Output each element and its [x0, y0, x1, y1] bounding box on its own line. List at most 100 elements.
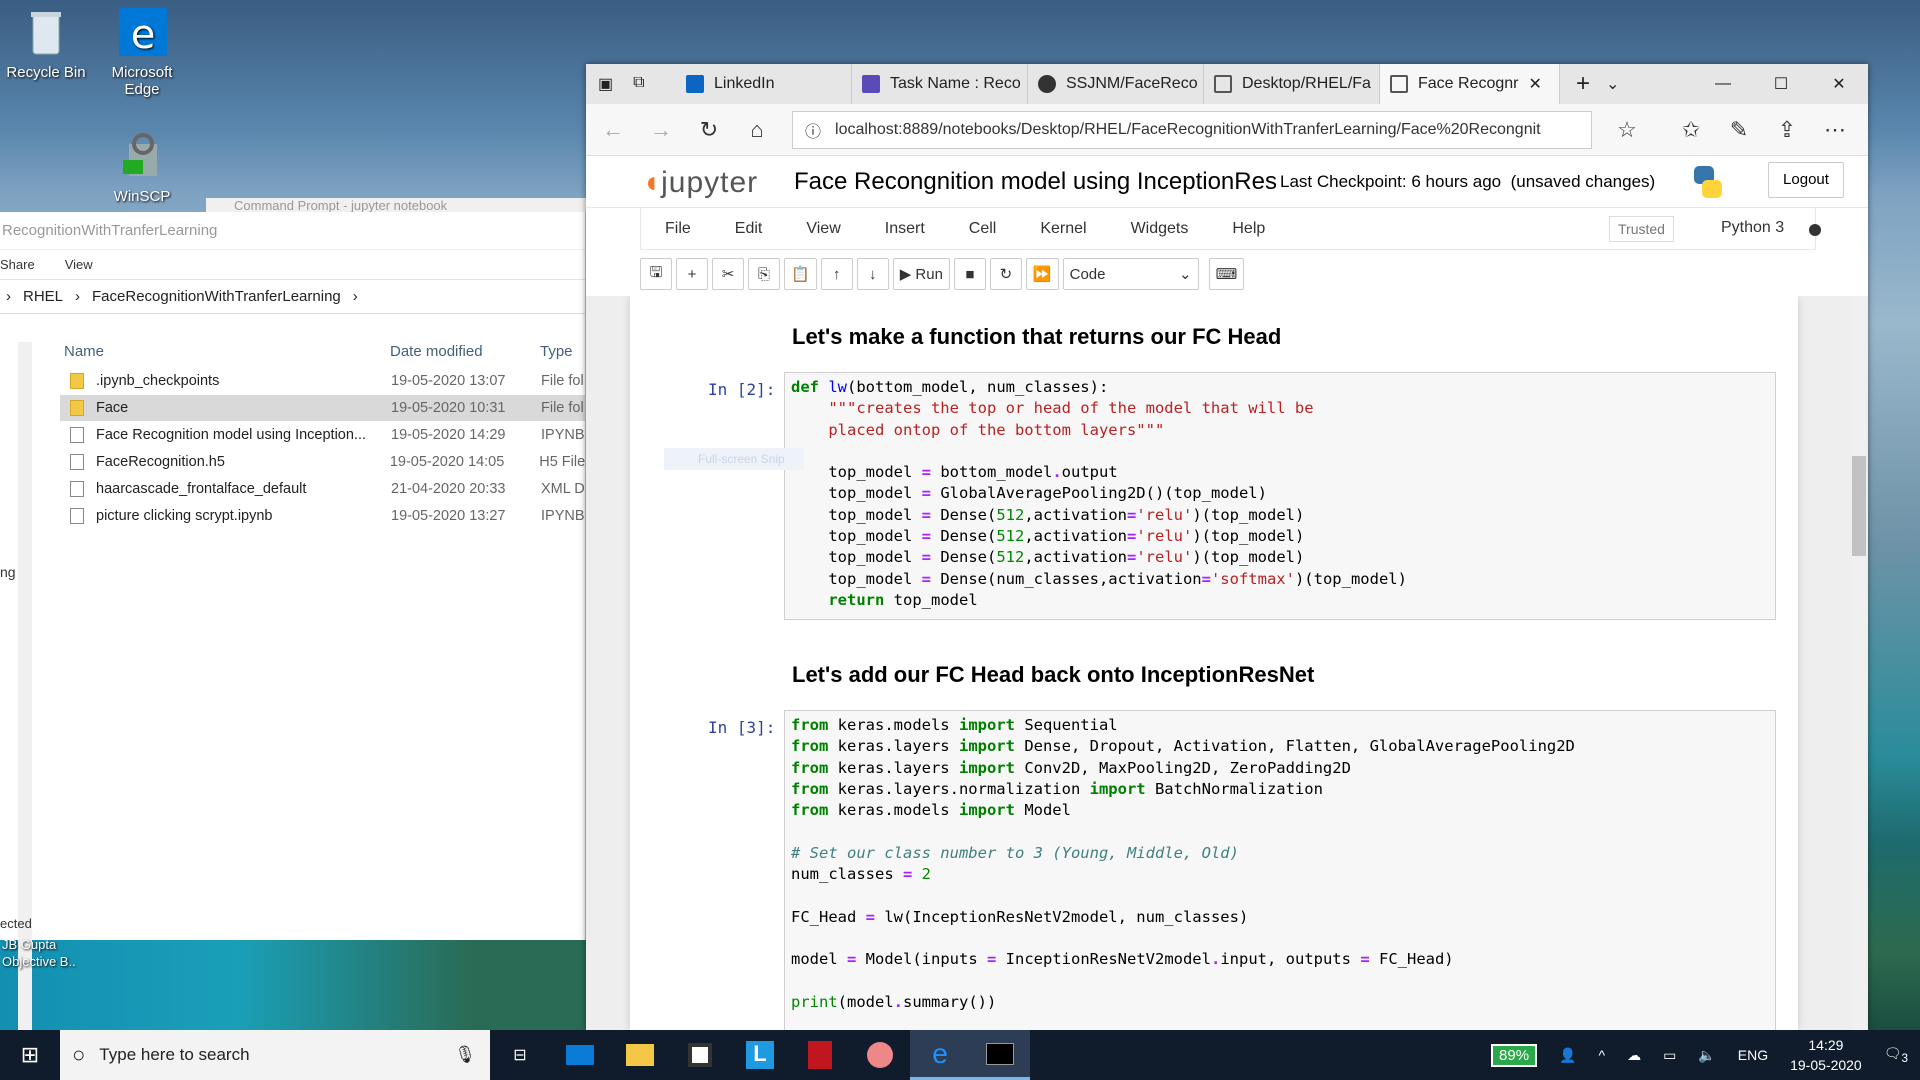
explorer-address-bar[interactable]: › RHEL › FaceRecognitionWithTranferLearn…: [0, 280, 585, 314]
breadcrumb-rhel[interactable]: RHEL: [23, 288, 63, 305]
col-name[interactable]: Name: [64, 343, 104, 360]
mcafee-icon[interactable]: [790, 1030, 850, 1080]
ribbon-share[interactable]: Share: [0, 257, 35, 279]
task-view-icon[interactable]: ⊟: [490, 1030, 550, 1080]
desktop-icon-recycle-bin[interactable]: Recycle Bin: [6, 6, 86, 81]
paint-icon[interactable]: [850, 1030, 910, 1080]
clock[interactable]: 14:29 19-05-2020: [1790, 1035, 1862, 1075]
new-tab-icon[interactable]: +: [1560, 70, 1606, 98]
desktop-icon-winscp[interactable]: WinSCP: [102, 130, 182, 205]
volume-icon[interactable]: 🔈: [1698, 1047, 1715, 1064]
cell-type-select[interactable]: Code ⌄: [1062, 258, 1199, 290]
close-icon[interactable]: ✕: [1810, 74, 1868, 94]
menu-file[interactable]: File: [641, 220, 713, 238]
code-cell[interactable]: def lw(bottom_model, num_classes): """cr…: [784, 372, 1776, 620]
windows-start-icon[interactable]: ⊞: [0, 1042, 60, 1068]
restart-icon[interactable]: ↻: [989, 258, 1022, 290]
markdown-heading[interactable]: Let's add our FC Head back onto Inceptio…: [792, 662, 1314, 688]
edge-taskbar-icon[interactable]: e: [910, 1030, 970, 1080]
more-icon[interactable]: ⋯: [1822, 117, 1848, 143]
fast-forward-icon[interactable]: ⏩: [1025, 258, 1059, 290]
file-explorer-icon[interactable]: [610, 1030, 670, 1080]
close-tab-icon[interactable]: ✕: [1529, 74, 1542, 94]
file-row[interactable]: FaceRecognition.h5 19-05-2020 14:05 H5 Fil…: [60, 449, 585, 475]
cut-icon[interactable]: ✂: [712, 258, 744, 290]
address-bar[interactable]: ⓘ localhost:8889/notebooks/Desktop/RHEL/F…: [792, 110, 1592, 149]
maximize-icon[interactable]: ☐: [1752, 74, 1810, 94]
stop-icon[interactable]: ■: [953, 258, 986, 290]
notebook-scrollbar[interactable]: [1852, 296, 1866, 1030]
mail-icon[interactable]: [550, 1030, 610, 1080]
app-l-icon[interactable]: L: [730, 1030, 790, 1080]
share-icon[interactable]: ⇪: [1774, 117, 1800, 143]
ribbon-view[interactable]: View: [65, 257, 93, 279]
chevron-up-icon[interactable]: ^: [1599, 1047, 1606, 1063]
file-date: 19-05-2020 13:07: [391, 373, 506, 389]
battery-indicator[interactable]: 89%: [1491, 1043, 1538, 1067]
menu-edit[interactable]: Edit: [713, 220, 785, 238]
file-row[interactable]: picture clicking scrypt.ipynb 19-05-2020 …: [60, 503, 585, 529]
favorite-star-icon[interactable]: ☆: [1614, 117, 1640, 143]
home-icon[interactable]: ⌂: [744, 117, 770, 143]
tab-linkedin[interactable]: LinkedIn: [676, 64, 852, 104]
code-cell[interactable]: from keras.models import Sequential from…: [784, 710, 1776, 1030]
menu-insert[interactable]: Insert: [863, 220, 947, 238]
copy-icon[interactable]: ⎘: [748, 258, 780, 290]
col-type[interactable]: Type: [540, 343, 573, 360]
logout-button[interactable]: Logout: [1768, 162, 1844, 198]
refresh-icon[interactable]: ↻: [696, 117, 722, 143]
menu-widgets[interactable]: Widgets: [1109, 220, 1211, 238]
scrollbar-thumb[interactable]: [1852, 456, 1866, 556]
col-date[interactable]: Date modified: [390, 343, 483, 360]
desktop-file-label[interactable]: JB Gupta Objective B..: [2, 936, 76, 970]
url-text: localhost:8889/notebooks/Desktop/RHEL/Fa…: [835, 120, 1541, 138]
save-icon[interactable]: 🖫: [640, 258, 672, 290]
chevron-down-icon[interactable]: ⌄: [1606, 74, 1619, 94]
insert-cell-icon[interactable]: +: [676, 258, 708, 290]
notebook-title[interactable]: Face Recongnition model using InceptionR…: [794, 168, 1277, 196]
move-up-icon[interactable]: ↑: [820, 258, 853, 290]
file-row[interactable]: Face Recognition model using Inception..…: [60, 422, 585, 448]
tab-github[interactable]: SSJNM/FaceReco: [1028, 64, 1204, 104]
linkedin-icon: [686, 75, 704, 93]
minimize-icon[interactable]: —: [1694, 75, 1752, 93]
notebook-area: Let's make a function that returns our F…: [586, 296, 1868, 1030]
file-row[interactable]: Face 19-05-2020 10:31 File fol: [60, 395, 585, 421]
paste-icon[interactable]: 📋: [784, 258, 817, 290]
run-button[interactable]: ▶ Run: [892, 258, 950, 290]
markdown-heading[interactable]: Let's make a function that returns our F…: [792, 324, 1281, 350]
language-indicator[interactable]: ENG: [1738, 1047, 1768, 1063]
microphone-icon[interactable]: 🎙: [454, 1045, 476, 1065]
jupyter-header: ◖jupyter Face Recongnition model using I…: [586, 156, 1868, 208]
tab-label: Face Recognr: [1418, 75, 1519, 92]
file-row[interactable]: haarcascade_frontalface_default 21-04-202…: [60, 476, 585, 502]
folder-icon: [70, 400, 84, 416]
file-row[interactable]: .ipynb_checkpoints 19-05-2020 13:07 File f…: [60, 368, 585, 394]
back-icon[interactable]: ←: [600, 117, 626, 143]
tab-face-recognition[interactable]: Face Recognr ✕: [1380, 64, 1560, 104]
jupyter-logo[interactable]: ◖jupyter: [642, 166, 758, 200]
menu-help[interactable]: Help: [1210, 220, 1287, 238]
battery-icon[interactable]: ▭: [1663, 1047, 1676, 1064]
store-icon[interactable]: [670, 1030, 730, 1080]
keyboard-icon[interactable]: ⌨: [1208, 258, 1245, 290]
show-tabs-icon[interactable]: ⧉: [633, 74, 644, 94]
trusted-badge[interactable]: Trusted: [1609, 216, 1674, 242]
menu-view[interactable]: View: [784, 220, 862, 238]
search-box[interactable]: ○ Type here to search 🎙: [60, 1030, 490, 1080]
people-icon[interactable]: 👤: [1559, 1047, 1576, 1064]
tab-task[interactable]: Task Name : Reco: [852, 64, 1028, 104]
desktop-icon-edge[interactable]: e Microsoft Edge: [102, 6, 182, 98]
favorites-icon[interactable]: ✩: [1678, 117, 1704, 143]
tab-desktop[interactable]: Desktop/RHEL/Fa: [1204, 64, 1380, 104]
onedrive-icon[interactable]: ☁: [1627, 1047, 1641, 1064]
set-aside-icon[interactable]: ▣: [598, 74, 613, 94]
breadcrumb-project[interactable]: FaceRecognitionWithTranferLearning: [92, 288, 341, 305]
cmd-taskbar-icon[interactable]: [970, 1030, 1030, 1080]
notifications-icon[interactable]: 🗨3: [1884, 1045, 1908, 1065]
menu-cell[interactable]: Cell: [947, 220, 1019, 238]
move-down-icon[interactable]: ↓: [856, 258, 889, 290]
menu-kernel[interactable]: Kernel: [1018, 220, 1108, 238]
pen-icon[interactable]: ✎: [1726, 117, 1752, 143]
forward-icon[interactable]: →: [648, 117, 674, 143]
